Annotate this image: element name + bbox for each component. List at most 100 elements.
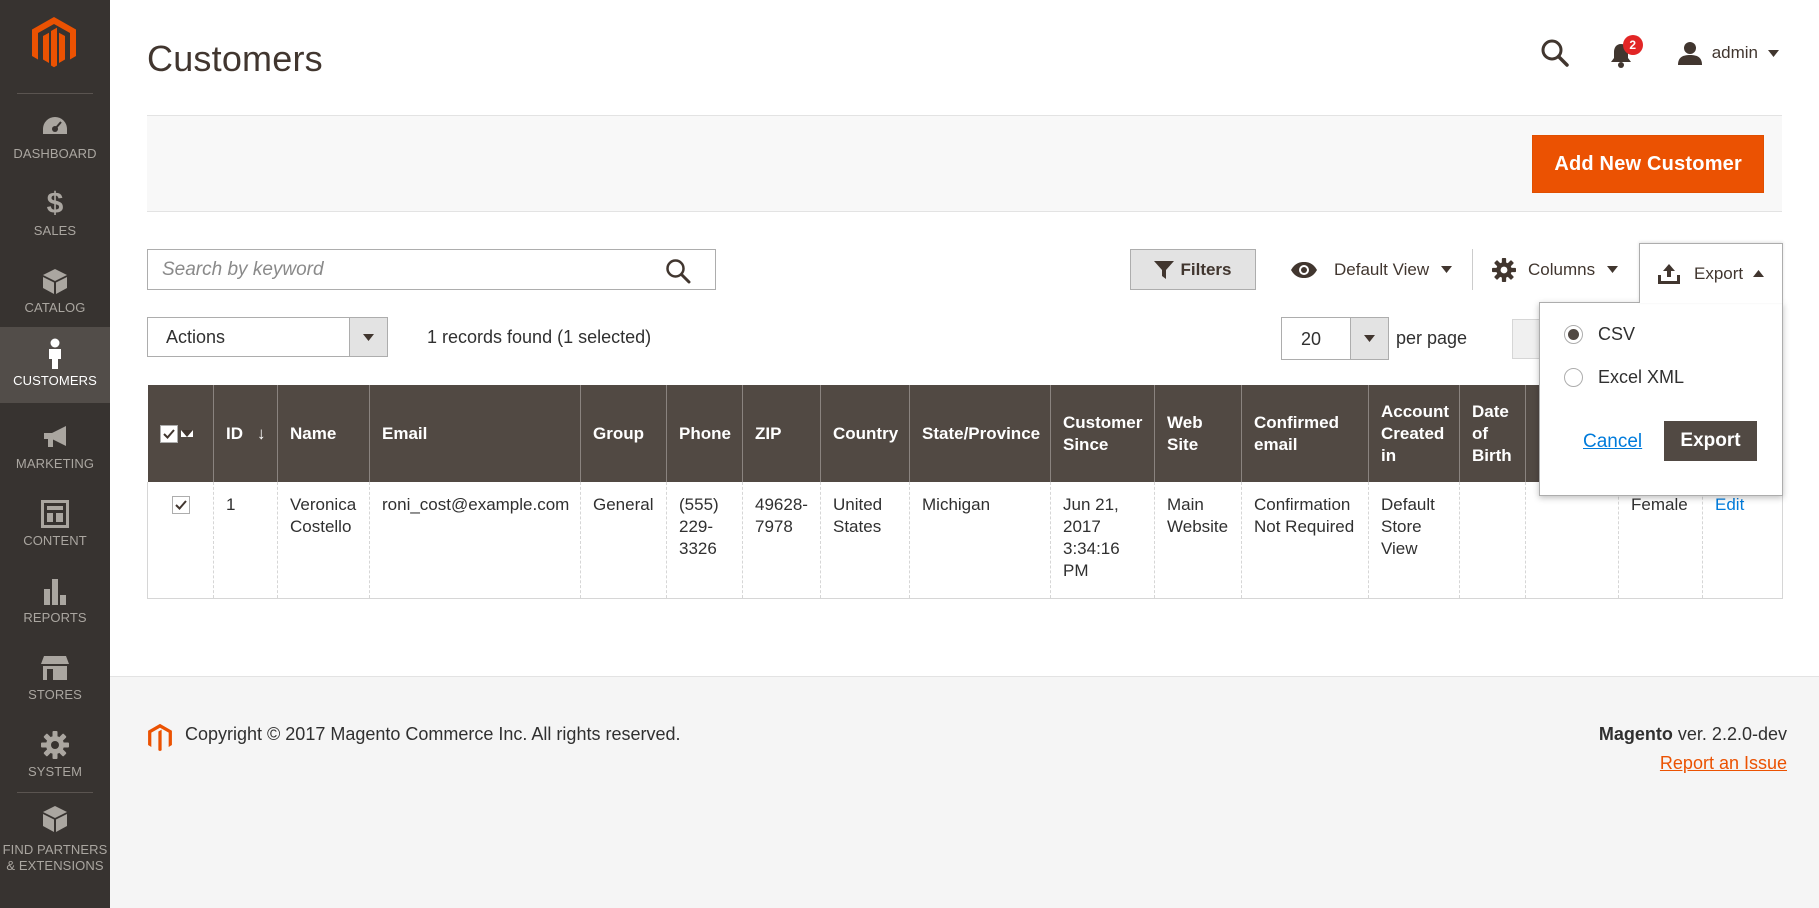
cell-id: 1 <box>213 482 278 599</box>
page-footer: Copyright © 2017 Magento Commerce Inc. A… <box>110 676 1819 908</box>
sidebar-item-label: Customers <box>13 373 97 388</box>
dashboard-icon <box>43 117 67 134</box>
radio-excel-xml[interactable] <box>1564 368 1583 387</box>
sidebar-item-sales[interactable]: $ Sales <box>0 177 110 253</box>
magento-logo-icon[interactable] <box>30 17 78 69</box>
export-cancel-link[interactable]: Cancel <box>1583 431 1642 453</box>
export-submit-button[interactable]: Export <box>1664 421 1757 461</box>
cell-email: roni_cost@example.com <box>369 482 581 599</box>
notifications-badge: 2 <box>1622 35 1643 55</box>
column-header-dob[interactable]: Date of Birth <box>1459 385 1526 482</box>
sidebar-item-partners[interactable]: Find Partners & Extensions <box>0 800 110 880</box>
column-header-id[interactable]: ID ↓ <box>213 385 278 482</box>
cell-website: Main Website <box>1154 482 1242 599</box>
column-header-group[interactable]: Group <box>580 385 667 482</box>
mass-actions-label: Actions <box>166 327 226 347</box>
sort-desc-icon: ↓ <box>257 423 266 443</box>
bar-chart-icon <box>44 579 66 605</box>
sidebar-item-system[interactable]: System <box>0 718 110 794</box>
export-option-csv[interactable]: CSV <box>1564 324 1635 345</box>
column-header-name[interactable]: Name <box>277 385 370 482</box>
sidebar-item-catalog[interactable]: Catalog <box>0 254 110 330</box>
sidebar-divider <box>17 93 93 94</box>
toolbar-divider <box>1472 249 1473 290</box>
cell-group: General <box>580 482 667 599</box>
sidebar-item-marketing[interactable]: Marketing <box>0 410 110 486</box>
funnel-icon <box>1154 260 1175 279</box>
row-select-cell <box>147 482 214 599</box>
cell-state: Michigan <box>909 482 1051 599</box>
columns-label: Columns <box>1528 259 1596 279</box>
columns-button[interactable]: Columns <box>1492 249 1619 290</box>
caret-down-icon <box>363 333 374 341</box>
blocks-icon <box>43 806 67 832</box>
admin-sidebar: Dashboard $ Sales Catalog Customers <box>0 0 110 908</box>
table-row[interactable]: 1 Veronica Costello roni_cost@example.co… <box>147 482 1783 599</box>
sidebar-partners-line2: & Extensions <box>6 858 104 873</box>
view-switcher[interactable]: Default View <box>1290 249 1453 290</box>
sidebar-item-label: Stores <box>28 687 82 702</box>
cell-tax-vat <box>1525 482 1619 599</box>
mass-actions-toggle[interactable] <box>349 318 387 356</box>
filters-button[interactable]: Filters <box>1130 249 1256 290</box>
eye-icon <box>1291 261 1317 278</box>
per-page-value: 20 <box>1301 329 1322 349</box>
user-name: admin <box>1711 43 1758 62</box>
caret-up-icon <box>1753 270 1765 277</box>
report-issue-link[interactable]: Report an Issue <box>1660 753 1787 774</box>
cell-action: Edit <box>1702 482 1783 599</box>
export-option-label: CSV <box>1598 324 1636 344</box>
column-header-email[interactable]: Email <box>369 385 581 482</box>
mass-select-header[interactable] <box>147 385 214 482</box>
column-header-state[interactable]: State/Province <box>909 385 1051 482</box>
user-menu[interactable]: admin <box>1677 41 1779 65</box>
view-label: Default View <box>1334 259 1430 279</box>
per-page-toggle[interactable] <box>1350 318 1388 359</box>
records-count: 1 records found (1 selected) <box>427 327 652 347</box>
caret-down-icon[interactable] <box>180 430 193 437</box>
column-header-customer-since[interactable]: Customer Since <box>1050 385 1155 482</box>
column-header-phone[interactable]: Phone <box>666 385 743 482</box>
per-page-label: per page <box>1396 328 1468 348</box>
edit-link[interactable]: Edit <box>1715 495 1744 514</box>
radio-csv[interactable] <box>1564 325 1583 344</box>
cell-phone: (555) 229-3326 <box>666 482 743 599</box>
checkmark-icon <box>162 428 175 439</box>
customers-grid: ID ↓ Name Email Group Phone ZIP Country S… <box>147 385 1783 599</box>
column-header-website[interactable]: Web Site <box>1154 385 1242 482</box>
per-page-dropdown[interactable]: 20 <box>1281 317 1389 360</box>
column-header-country[interactable]: Country <box>820 385 910 482</box>
search-input[interactable] <box>148 250 658 289</box>
column-header-account-created-in[interactable]: Account Created in <box>1368 385 1460 482</box>
cell-account-created-in: Default Store View <box>1368 482 1460 599</box>
row-checkbox[interactable] <box>171 496 190 514</box>
sidebar-item-label: Reports <box>23 610 87 625</box>
person-icon <box>49 338 61 369</box>
caret-down-icon <box>1768 49 1779 57</box>
export-label: Export <box>1694 263 1744 283</box>
search-icon[interactable] <box>665 258 691 284</box>
cell-zip: 49628-7978 <box>742 482 821 599</box>
notifications-button[interactable]: 2 <box>1608 35 1643 68</box>
sidebar-item-stores[interactable]: Stores <box>0 641 110 717</box>
page-title: Customers <box>147 38 323 79</box>
sidebar-item-label: System <box>27 764 83 779</box>
search-icon[interactable] <box>1540 38 1570 68</box>
sidebar-item-label: Sales <box>33 223 77 238</box>
cell-country: United States <box>820 482 910 599</box>
sidebar-item-dashboard[interactable]: Dashboard <box>0 100 110 176</box>
cell-gender: Female <box>1618 482 1703 599</box>
cell-confirmed-email: Confirmation Not Required <box>1241 482 1369 599</box>
sidebar-item-content[interactable]: Content <box>0 487 110 563</box>
mass-actions-dropdown[interactable]: Actions <box>147 317 388 357</box>
export-button[interactable]: Export <box>1639 243 1783 303</box>
grid-header-row: ID ↓ Name Email Group Phone ZIP Country S… <box>147 385 1783 482</box>
add-new-customer-button[interactable]: Add New Customer <box>1532 135 1764 193</box>
select-all-checkbox[interactable] <box>159 424 178 443</box>
column-header-zip[interactable]: ZIP <box>742 385 821 482</box>
column-header-confirmed-email[interactable]: Confirmed email <box>1241 385 1369 482</box>
page-actions-bar: Add New Customer <box>147 115 1782 212</box>
export-option-excel-xml[interactable]: Excel XML <box>1564 367 1684 388</box>
sidebar-item-reports[interactable]: Reports <box>0 564 110 640</box>
sidebar-item-customers[interactable]: Customers <box>0 327 110 403</box>
